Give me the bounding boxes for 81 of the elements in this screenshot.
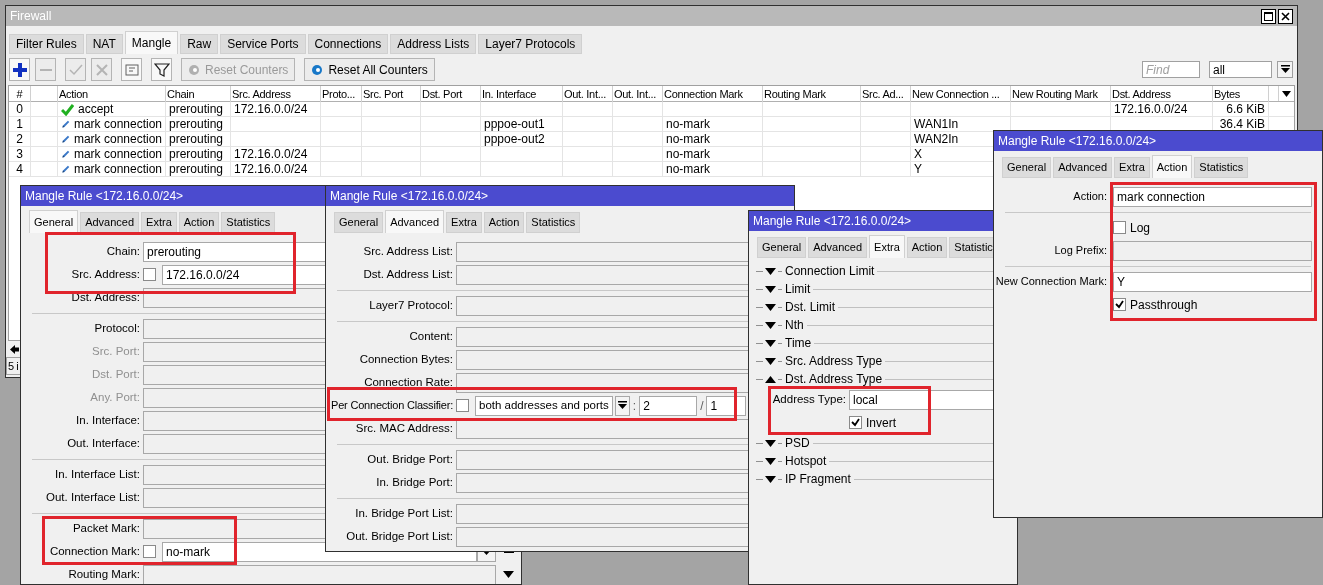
table-cell: no-mark bbox=[666, 132, 710, 147]
separator-text: : bbox=[632, 397, 637, 415]
table-cell: 6.6 KiB bbox=[1226, 102, 1265, 117]
field-label: Connection Rate: bbox=[363, 374, 454, 390]
section-title: Time bbox=[784, 335, 813, 352]
table-cell: mark connection bbox=[73, 117, 162, 132]
table-cell: prerouting bbox=[169, 132, 224, 147]
checkbox-label: Passthrough bbox=[1130, 296, 1198, 314]
table-cell: prerouting bbox=[169, 102, 224, 117]
table-cell: 0 bbox=[16, 102, 23, 117]
table-cell: 172.16.0.0/24 bbox=[234, 102, 308, 117]
section-title: Src. Address Type bbox=[784, 353, 884, 370]
table-cell: 2 bbox=[16, 132, 23, 147]
field-label: In. Interface List: bbox=[54, 466, 141, 482]
window-title: Firewall bbox=[10, 8, 52, 25]
table-cell: WAN2In bbox=[914, 132, 959, 147]
table-cell: mark connection bbox=[73, 132, 162, 147]
table-cell: pppoe-out1 bbox=[484, 117, 545, 132]
section-title: Nth bbox=[784, 317, 805, 334]
field-label: Src. MAC Address: bbox=[354, 420, 454, 436]
table-cell: no-mark bbox=[666, 117, 710, 132]
checkbox-label: Invert bbox=[866, 414, 896, 432]
table-cell: prerouting bbox=[169, 117, 224, 132]
field-label: Out. Interface List: bbox=[45, 489, 141, 505]
section-title: Limit bbox=[784, 281, 812, 298]
table-cell: Y bbox=[914, 162, 922, 177]
field-label: Dst. Port: bbox=[91, 366, 141, 382]
section-title: Dst. Limit bbox=[784, 299, 836, 316]
section-title: Hotspot bbox=[784, 453, 828, 470]
field-label: Connection Mark: bbox=[48, 543, 141, 559]
table-cell: 172.16.0.0/24 bbox=[234, 162, 308, 177]
window-title: Mangle Rule <172.16.0.0/24> bbox=[998, 133, 1157, 150]
section-title: PSD bbox=[784, 435, 811, 452]
table-cell: WAN1In bbox=[914, 117, 959, 132]
table-cell: prerouting bbox=[169, 162, 224, 177]
table-cell: X bbox=[914, 147, 922, 162]
window-title: Mangle Rule <172.16.0.0/24> bbox=[330, 188, 489, 205]
section-title: Connection Limit bbox=[784, 263, 876, 280]
table-cell: 172.16.0.0/24 bbox=[1114, 102, 1188, 117]
field-label: Src. Port: bbox=[91, 343, 141, 359]
field-label: Protocol: bbox=[93, 320, 141, 336]
table-cell: pppoe-out2 bbox=[484, 132, 545, 147]
status-text: 5 i bbox=[8, 358, 19, 374]
field-label: Content: bbox=[408, 328, 454, 344]
field-label: Out. Interface: bbox=[66, 435, 141, 451]
field-label: In. Interface: bbox=[75, 412, 141, 428]
field-label: New Connection Mark: bbox=[994, 274, 1108, 290]
table-cell: 172.16.0.0/24 bbox=[234, 147, 308, 162]
field-label: Src. Address: bbox=[70, 266, 141, 282]
table-cell: accept bbox=[78, 102, 114, 117]
field-label: Packet Mark: bbox=[71, 520, 141, 536]
field-label: Address Type: bbox=[771, 391, 847, 407]
field-label: Log Prefix: bbox=[1053, 243, 1108, 259]
table-cell: mark connection bbox=[73, 162, 162, 177]
field-label: In. Bridge Port List: bbox=[354, 505, 454, 521]
field-label: Routing Mark: bbox=[67, 566, 141, 582]
table-cell: 36.4 KiB bbox=[1219, 117, 1265, 132]
field-label: Out. Bridge Port List: bbox=[345, 528, 454, 544]
section-title: Dst. Address Type bbox=[784, 371, 884, 388]
separator-text: / bbox=[700, 397, 704, 415]
window-title: Mangle Rule <172.16.0.0/24> bbox=[753, 213, 912, 230]
table-cell: no-mark bbox=[666, 147, 710, 162]
field-label: Action: bbox=[1072, 189, 1108, 205]
field-label: In. Bridge Port: bbox=[375, 474, 454, 490]
section-title: IP Fragment bbox=[784, 471, 852, 488]
field-label: Connection Bytes: bbox=[358, 351, 454, 367]
field-label: Per Connection Classifier: bbox=[330, 398, 454, 414]
field-label: Dst. Address List: bbox=[362, 266, 454, 282]
field-label: Any. Port: bbox=[89, 389, 141, 405]
table-cell: 3 bbox=[16, 147, 23, 162]
table-cell: 4 bbox=[16, 162, 23, 177]
field-label: Layer7 Protocol: bbox=[368, 297, 454, 313]
checkbox-label: Log bbox=[1130, 219, 1151, 237]
field-label: Chain: bbox=[105, 243, 141, 259]
table-cell: 1 bbox=[16, 117, 23, 132]
table-cell: no-mark bbox=[666, 162, 710, 177]
field-label: Out. Bridge Port: bbox=[366, 451, 454, 467]
window-title: Mangle Rule <172.16.0.0/24> bbox=[25, 188, 184, 205]
field-label: Src. Address List: bbox=[362, 243, 454, 259]
table-cell: prerouting bbox=[169, 147, 224, 162]
table-cell: mark connection bbox=[73, 147, 162, 162]
